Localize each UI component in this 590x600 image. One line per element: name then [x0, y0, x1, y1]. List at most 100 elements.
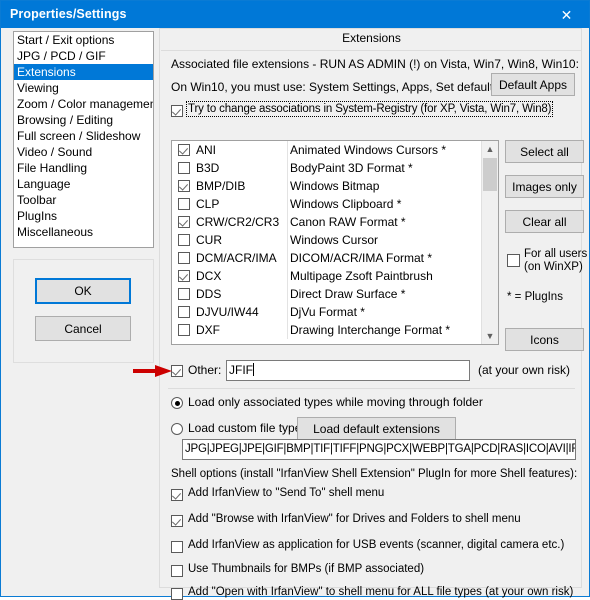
for-all-users-label-line1[interactable]: For all users [524, 248, 587, 260]
default-apps-button[interactable]: Default Apps [491, 73, 575, 96]
load-default-extensions-button[interactable]: Load default extensions [297, 417, 456, 440]
sidebar-item-viewing[interactable]: Viewing [14, 80, 153, 96]
sidebar-item-full-screen-slideshow[interactable]: Full screen / Slideshow [14, 128, 153, 144]
extension-row[interactable]: CRW/CR2/CR3 Canon RAW Format * [172, 213, 498, 231]
extension-column-divider [287, 249, 288, 267]
sidebar-item-plugins[interactable]: PlugIns [14, 208, 153, 224]
select-all-button[interactable]: Select all [505, 140, 584, 163]
extension-column-divider [287, 159, 288, 177]
shell-option-checkbox[interactable] [171, 588, 183, 600]
extension-checkbox[interactable] [178, 144, 190, 156]
extension-checkbox[interactable] [178, 324, 190, 336]
extension-column-divider [287, 213, 288, 231]
extension-checkbox[interactable] [178, 234, 190, 246]
extension-row[interactable]: DCM/ACR/IMA DICOM/ACR/IMA Format * [172, 249, 498, 267]
registry-associations-checkbox[interactable] [171, 105, 183, 117]
extension-name: ANI [196, 143, 217, 157]
extension-row[interactable]: B3D BodyPaint 3D Format * [172, 159, 498, 177]
title-bar: Properties/Settings ✕ [1, 1, 589, 28]
custom-file-types-input[interactable]: JPG|JPEG|JPE|GIF|BMP|TIF|TIFF|PNG|PCX|WE… [182, 439, 576, 460]
extensions-listbox[interactable]: ANI Animated Windows Cursors * B3D BodyPain… [171, 140, 499, 345]
icons-button[interactable]: Icons [505, 328, 584, 351]
extension-row[interactable]: CLP Windows Clipboard * [172, 195, 498, 213]
window-title: Properties/Settings [10, 7, 127, 21]
shell-option-checkbox[interactable] [171, 541, 183, 553]
extension-checkbox[interactable] [178, 270, 190, 282]
sidebar-item-zoom-color-management[interactable]: Zoom / Color management [14, 96, 153, 112]
extension-column-divider [287, 267, 288, 285]
cancel-button[interactable]: Cancel [35, 316, 131, 341]
extension-checkbox[interactable] [178, 162, 190, 174]
for-all-users-label-line2[interactable]: (on WinXP) [524, 261, 583, 273]
extension-row[interactable]: DCX Multipage Zsoft Paintbrush [172, 267, 498, 285]
extension-row[interactable]: DXF Drawing Interchange Format * [172, 321, 498, 339]
close-icon[interactable]: ✕ [544, 1, 589, 28]
sidebar-item-start-exit-options[interactable]: Start / Exit options [14, 32, 153, 48]
other-extensions-input[interactable]: JFIF [226, 360, 470, 381]
clear-all-button[interactable]: Clear all [505, 210, 584, 233]
extension-row[interactable]: BMP/DIB Windows Bitmap [172, 177, 498, 195]
plugins-legend-label: * = PlugIns [507, 291, 563, 303]
extension-description: DICOM/ACR/IMA Format * [290, 251, 433, 265]
extension-checkbox[interactable] [178, 252, 190, 264]
load-custom-label[interactable]: Load custom file types: [188, 421, 311, 435]
extension-checkbox[interactable] [178, 198, 190, 210]
extension-description: Direct Draw Surface * [290, 287, 406, 301]
ok-button[interactable]: OK [35, 278, 131, 304]
extension-row[interactable]: DJVU/IW44 DjVu Format * [172, 303, 498, 321]
extension-row[interactable]: CUR Windows Cursor [172, 231, 498, 249]
extension-column-divider [287, 177, 288, 195]
extension-description: Drawing Interchange Format * [290, 323, 451, 337]
shell-option-label[interactable]: Use Thumbnails for BMPs (if BMP associat… [188, 563, 424, 575]
extension-column-divider [287, 195, 288, 213]
shell-option-label[interactable]: Add "Browse with IrfanView" for Drives a… [188, 513, 521, 525]
shell-option-label[interactable]: Add IrfanView to "Send To" shell menu [188, 487, 384, 499]
extensions-rows: ANI Animated Windows Cursors * B3D BodyPain… [172, 141, 498, 339]
dialog-button-panel: OK Cancel [13, 259, 154, 363]
sidebar-item-jpg-pcd-gif[interactable]: JPG / PCD / GIF [14, 48, 153, 64]
images-only-button[interactable]: Images only [505, 175, 584, 198]
shell-option-checkbox[interactable] [171, 565, 183, 577]
extensions-scrollbar[interactable]: ▲ ▼ [481, 141, 498, 344]
extension-checkbox[interactable] [178, 180, 190, 192]
for-all-users-checkbox[interactable] [507, 254, 520, 267]
category-list[interactable]: Start / Exit options JPG / PCD / GIF Exten… [13, 31, 154, 248]
load-associated-label[interactable]: Load only associated types while moving … [188, 395, 483, 409]
load-custom-radio[interactable] [171, 423, 183, 435]
extension-name: CRW/CR2/CR3 [196, 215, 280, 229]
extension-checkbox[interactable] [178, 216, 190, 228]
sidebar-item-language[interactable]: Language [14, 176, 153, 192]
extension-row[interactable]: DDS Direct Draw Surface * [172, 285, 498, 303]
divider-above-load-mode [168, 388, 575, 389]
group-title-divider [161, 50, 582, 51]
shell-options-header: Shell options (install "IrfanView Shell … [171, 468, 578, 480]
sidebar-item-miscellaneous[interactable]: Miscellaneous [14, 224, 153, 240]
extension-description: Windows Bitmap [290, 179, 380, 193]
extension-name: DCX [196, 269, 222, 283]
chevron-up-icon[interactable]: ▲ [482, 141, 498, 157]
sidebar-item-file-handling[interactable]: File Handling [14, 160, 153, 176]
shell-option-checkbox[interactable] [171, 515, 183, 527]
group-box-title: Extensions [342, 31, 401, 45]
extension-checkbox[interactable] [178, 288, 190, 300]
scrollbar-thumb[interactable] [483, 158, 497, 191]
sidebar-item-browsing-editing[interactable]: Browsing / Editing [14, 112, 153, 128]
load-associated-radio[interactable] [171, 397, 183, 409]
extension-row[interactable]: ANI Animated Windows Cursors * [172, 141, 498, 159]
sidebar-item-extensions[interactable]: Extensions [14, 64, 153, 80]
chevron-down-icon[interactable]: ▼ [482, 328, 498, 344]
sidebar-item-video-sound[interactable]: Video / Sound [14, 144, 153, 160]
extension-name: DXF [196, 323, 220, 337]
extension-column-divider [287, 303, 288, 321]
sidebar-item-toolbar[interactable]: Toolbar [14, 192, 153, 208]
extension-description: BodyPaint 3D Format * [290, 161, 413, 175]
shell-option-label[interactable]: Add IrfanView as application for USB eve… [188, 539, 564, 551]
extension-name: DDS [196, 287, 222, 301]
shell-option-label[interactable]: Add "Open with IrfanView" to shell menu … [188, 586, 573, 598]
extension-description: Canon RAW Format * [290, 215, 406, 229]
extension-column-divider [287, 141, 288, 159]
extension-checkbox[interactable] [178, 306, 190, 318]
registry-associations-label[interactable]: Try to change associations in System-Reg… [185, 101, 554, 117]
shell-option-checkbox[interactable] [171, 489, 183, 501]
extension-description: Windows Clipboard * [290, 197, 402, 211]
